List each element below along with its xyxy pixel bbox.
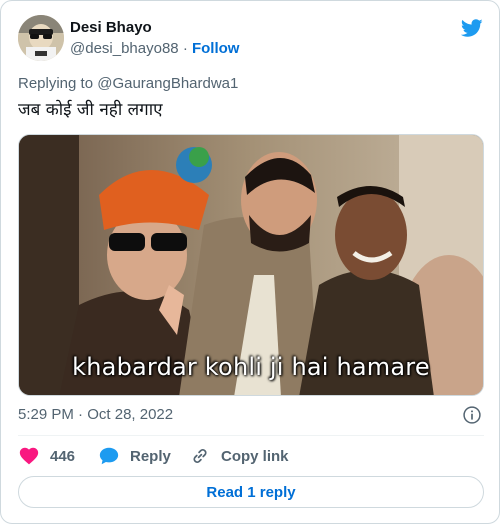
copy-link-label: Copy link	[221, 447, 289, 465]
tweet-media-image[interactable]: khabardar kohli ji hai hamare	[18, 134, 484, 396]
link-icon	[193, 449, 207, 463]
reply-target-link[interactable]: @GaurangBhardwa1	[97, 75, 238, 92]
action-bar: 446 Reply Copy link	[18, 445, 484, 467]
meme-caption: khabardar kohli ji hai hamare	[72, 353, 430, 381]
reply-button[interactable]: Reply	[98, 445, 171, 467]
read-replies-button[interactable]: Read 1 reply	[18, 476, 484, 508]
divider	[18, 435, 484, 436]
replying-prefix: Replying to	[18, 75, 98, 92]
reply-bubble-icon	[99, 447, 119, 465]
replying-to: Replying to @GaurangBhardwa1	[18, 75, 238, 92]
tweet-text: जब कोई जी नही लगाए	[18, 100, 163, 120]
tweet-time: 5:29 PM	[18, 406, 74, 423]
reply-label: Reply	[130, 447, 171, 465]
avatar[interactable]	[18, 15, 64, 61]
tweet-card: Desi Bhayo @desi_bhayo88 · Follow Replyi…	[0, 0, 500, 524]
timestamp-separator: ·	[78, 406, 84, 423]
like-button[interactable]: 446	[18, 445, 75, 467]
tweet-timestamp[interactable]: 5:29 PM · Oct 28, 2022	[18, 406, 173, 423]
author-name[interactable]: Desi Bhayo	[70, 19, 152, 36]
author-handle[interactable]: @desi_bhayo88	[70, 40, 179, 57]
tweet-header: Desi Bhayo @desi_bhayo88 · Follow	[18, 15, 484, 61]
copy-link-button[interactable]: Copy link	[189, 445, 289, 467]
follow-button[interactable]: Follow	[192, 40, 240, 57]
tweet-date: Oct 28, 2022	[87, 406, 174, 423]
heart-icon	[19, 447, 39, 465]
author-handle-line: @desi_bhayo88 · Follow	[70, 40, 239, 57]
like-count: 446	[50, 447, 76, 465]
twitter-bird-icon[interactable]	[460, 17, 484, 39]
info-icon[interactable]	[462, 405, 482, 425]
separator-dot: ·	[182, 40, 188, 57]
